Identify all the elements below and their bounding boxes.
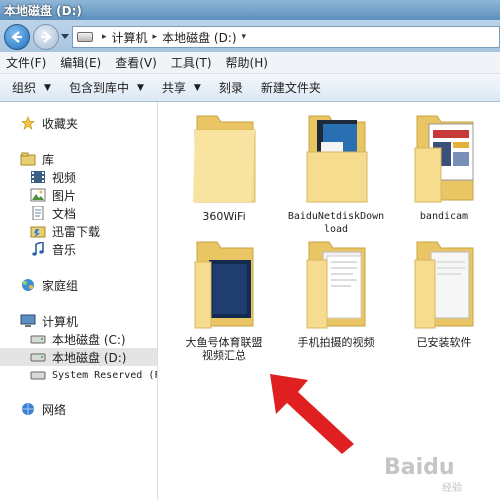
breadcrumb-local-disk-d[interactable]: 本地磁盘 (D:): [162, 29, 236, 46]
folder-item[interactable]: 大鱼号体育联盟视频汇总: [169, 232, 279, 362]
sidebar-label: 音乐: [52, 242, 77, 257]
download-folder-icon: [30, 226, 46, 238]
drive-icon: [30, 335, 46, 344]
organize-button[interactable]: 组织 ▼: [12, 79, 51, 96]
chevron-down-icon: ▼: [136, 82, 144, 93]
document-icon: [32, 206, 44, 220]
menu-file[interactable]: 文件(F): [6, 54, 46, 71]
network-icon: [22, 403, 34, 415]
sidebar-item-documents[interactable]: 文档: [30, 204, 76, 222]
folder-icon: [414, 241, 474, 329]
homegroup-icon: [22, 279, 34, 291]
picture-icon: [30, 188, 46, 202]
sidebar-label: 库: [42, 152, 55, 167]
watermark-subtext: 经验: [442, 483, 462, 494]
sidebar-item-library[interactable]: 库: [20, 150, 54, 168]
menu-bar: 文件(F) 编辑(E) 查看(V) 工具(T) 帮助(H): [0, 52, 500, 74]
chevron-down-icon[interactable]: ▾: [242, 32, 247, 42]
music-icon: [32, 242, 44, 256]
folder-icon: [193, 115, 256, 203]
sidebar-label: 网络: [42, 402, 67, 417]
forward-button[interactable]: [33, 24, 59, 50]
include-library-label: 包含到库中: [68, 81, 129, 95]
chevron-right-icon[interactable]: ▸: [102, 32, 107, 42]
sidebar-label: 迅雷下载: [52, 224, 101, 239]
drive-icon: [30, 353, 46, 362]
drive-icon: [77, 32, 93, 42]
video-icon: [31, 171, 45, 183]
address-bar[interactable]: ▸ 计算机 ▸ 本地磁盘 (D:) ▾: [72, 26, 500, 48]
folder-name: 360WiFi: [202, 210, 246, 223]
watermark: Baidu 经验: [384, 455, 496, 494]
sidebar-item-videos[interactable]: 视频: [30, 168, 76, 186]
title-bar: 本地磁盘 (D:): [0, 0, 500, 20]
share-button[interactable]: 共享 ▼: [162, 79, 201, 96]
sidebar-item-homegroup[interactable]: 家庭组: [20, 276, 78, 294]
folder-name: bandicam: [419, 211, 469, 222]
computer-icon: [20, 314, 36, 327]
back-button[interactable]: [4, 24, 30, 50]
sidebar-item-favorites[interactable]: 收藏夹: [20, 114, 78, 132]
menu-tools[interactable]: 工具(T): [171, 54, 212, 71]
sidebar-item-pictures[interactable]: 图片: [30, 186, 76, 204]
folder-icon: [306, 241, 366, 329]
burn-button[interactable]: 刻录: [219, 79, 243, 96]
sidebar-label: 本地磁盘 (D:): [52, 350, 127, 365]
menu-help[interactable]: 帮助(H): [226, 54, 268, 71]
sidebar-item-computer[interactable]: 计算机: [20, 312, 78, 330]
folder-item[interactable]: 手机拍摄的视频: [281, 232, 391, 352]
sidebar-label: 文档: [52, 206, 77, 221]
menu-view[interactable]: 查看(V): [115, 54, 157, 71]
sidebar-label: 本地磁盘 (C:): [52, 332, 126, 347]
sidebar-item-thunder-downloads[interactable]: 迅雷下载: [30, 222, 100, 240]
share-label: 共享: [161, 81, 186, 95]
sidebar-label: System Reserved (F: [52, 369, 158, 381]
watermark-text: Baidu: [384, 455, 455, 480]
sidebar-label: 收藏夹: [42, 116, 79, 131]
folder-name: 已安装软件: [416, 336, 472, 349]
folder-icon: [414, 115, 474, 203]
organize-label: 组织: [12, 81, 37, 95]
chevron-down-icon: ▼: [44, 82, 51, 93]
window-title: 本地磁盘 (D:): [4, 4, 82, 18]
library-icon: [20, 152, 36, 166]
sidebar-label: 计算机: [42, 314, 79, 329]
navigation-pane: 收藏夹 库 视频 图片 文档 迅雷下载 音乐 家庭组 计算机 本地磁盘 (C:)…: [0, 102, 158, 500]
sidebar-item-drive-d[interactable]: 本地磁盘 (D:): [0, 348, 157, 366]
breadcrumb-computer[interactable]: 计算机: [112, 29, 148, 46]
chevron-right-icon[interactable]: ▸: [153, 32, 158, 42]
drive-icon: [30, 371, 46, 380]
folder-icon: [194, 241, 254, 329]
folder-name: 大鱼号体育联盟视频汇总: [185, 336, 263, 362]
folder-item[interactable]: 360WiFi: [169, 106, 279, 226]
sidebar-label: 图片: [52, 188, 77, 203]
folder-icon: [306, 115, 368, 203]
folder-item[interactable]: 已安装软件: [389, 232, 499, 352]
arrow-left-icon: [11, 31, 22, 43]
sidebar-item-network[interactable]: 网络: [20, 400, 66, 418]
new-folder-button[interactable]: 新建文件夹: [261, 79, 321, 96]
arrow-right-icon: [41, 31, 52, 43]
folder-name: 手机拍摄的视频: [297, 336, 375, 349]
red-arrow-icon: [270, 374, 354, 454]
sidebar-item-system-reserved[interactable]: System Reserved (F: [30, 366, 158, 384]
sidebar-label: 视频: [52, 170, 77, 185]
recent-pages-dropdown-icon[interactable]: [61, 34, 69, 40]
sidebar-label: 家庭组: [42, 278, 79, 293]
chevron-down-icon: ▼: [193, 82, 201, 93]
navigation-bar: ▸ 计算机 ▸ 本地磁盘 (D:) ▾: [0, 20, 500, 52]
folder-item[interactable]: bandicam: [389, 106, 499, 226]
command-bar: 组织 ▼ 包含到库中 ▼ 共享 ▼ 刻录 新建文件夹: [0, 74, 500, 102]
folder-item[interactable]: BaiduNetdiskDownload: [281, 106, 391, 235]
menu-edit[interactable]: 编辑(E): [60, 54, 101, 71]
sidebar-item-drive-c[interactable]: 本地磁盘 (C:): [30, 330, 126, 348]
star-icon: [21, 116, 35, 130]
sidebar-item-music[interactable]: 音乐: [30, 240, 76, 258]
include-in-library-button[interactable]: 包含到库中 ▼: [69, 79, 144, 96]
